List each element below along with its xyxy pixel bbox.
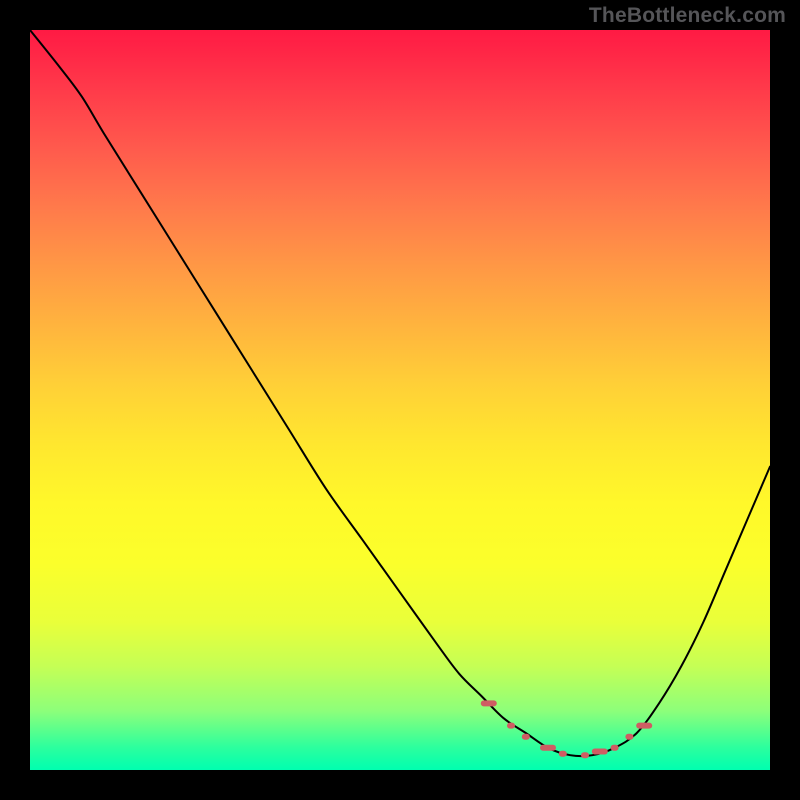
trough-marker [592, 749, 608, 755]
watermark-text: TheBottleneck.com [589, 4, 786, 28]
trough-marker [559, 751, 567, 757]
trough-marker [611, 745, 619, 751]
chart-container: TheBottleneck.com [0, 0, 800, 800]
trough-marker [481, 700, 497, 706]
trough-marker [581, 752, 589, 758]
trough-marker [540, 745, 556, 751]
trough-marker [636, 723, 652, 729]
chart-svg [30, 30, 770, 770]
bottleneck-curve [30, 30, 770, 756]
plot-area [30, 30, 770, 770]
trough-marker [507, 723, 515, 729]
trough-marker [522, 734, 530, 740]
trough-marker [625, 734, 633, 740]
